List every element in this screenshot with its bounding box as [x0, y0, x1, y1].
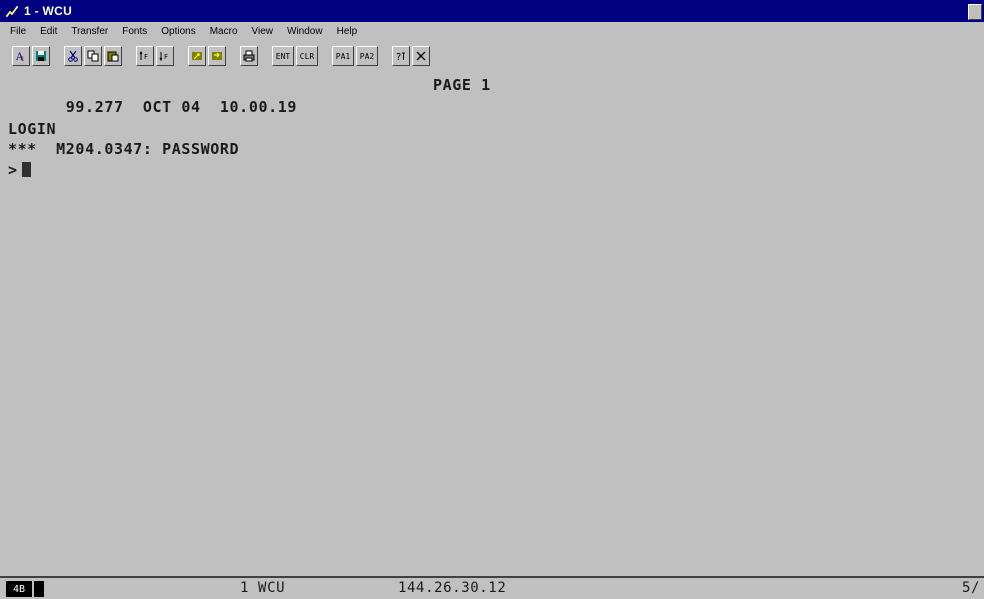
terminal-emulator-window: 1 - WCU File Edit Transfer Fonts Options… — [0, 0, 984, 599]
menu-macro[interactable]: Macro — [202, 26, 244, 37]
paste-icon[interactable] — [104, 46, 122, 66]
pa2-key-button[interactable]: PA2 — [356, 46, 378, 66]
svg-text:?: ? — [396, 52, 401, 62]
title-bar[interactable]: 1 - WCU — [0, 0, 984, 22]
menu-options[interactable]: Options — [153, 26, 201, 37]
message-text: M204.0347: PASSWORD — [56, 140, 240, 158]
save-icon[interactable] — [32, 46, 50, 66]
status-ip-address: 144.26.30.12 — [398, 580, 507, 596]
menu-help[interactable]: Help — [329, 26, 364, 37]
pa1-key-button[interactable]: PA1 — [332, 46, 354, 66]
app-icon — [4, 4, 20, 18]
message-line: *** M204.0347: PASSWORD — [8, 138, 239, 160]
toolbar-group-macro — [188, 46, 228, 66]
menu-window[interactable]: Window — [279, 26, 329, 37]
svg-text:F: F — [164, 53, 168, 61]
help-icon[interactable]: ? — [392, 46, 410, 66]
toolbar-group-help: ? — [392, 46, 432, 66]
message-prefix: *** — [8, 140, 37, 158]
menu-edit[interactable]: Edit — [32, 26, 63, 37]
status-indicator: 4B — [6, 581, 32, 597]
prompt-symbol: > — [8, 161, 18, 179]
input-line[interactable]: > — [8, 159, 31, 181]
cut-icon[interactable] — [64, 46, 82, 66]
header-page: PAGE 1 — [433, 76, 491, 94]
toolbar-group-enter-clear: ENT CLR — [272, 46, 320, 66]
text-cursor — [21, 162, 31, 177]
menu-fonts[interactable]: Fonts — [114, 26, 153, 37]
copy-icon[interactable] — [84, 46, 102, 66]
menu-transfer[interactable]: Transfer — [63, 26, 114, 37]
status-bar: 4B 1 WCU 144.26.30.12 5/ — [0, 576, 984, 599]
font-icon[interactable]: At — [12, 46, 30, 66]
status-cursor-position: 5/ — [962, 580, 981, 596]
print-icon[interactable] — [240, 46, 258, 66]
login-line: LOGIN — [8, 120, 57, 138]
toolbar-group-pa-keys: PA1 PA2 — [332, 46, 380, 66]
svg-text:t: t — [21, 55, 24, 62]
window-title: 1 - WCU — [24, 4, 73, 18]
send-file-icon[interactable]: F — [136, 46, 154, 66]
header-date: 99.277 — [65, 98, 124, 116]
header-time: 10.00.19 — [219, 98, 297, 116]
header-month-day: OCT 04 — [142, 98, 201, 116]
macro-play-icon[interactable] — [188, 46, 206, 66]
toolbar-group-transfer: F F — [136, 46, 176, 66]
toolbar: At F F ENT CLR PA1 PA2 ? — [0, 42, 984, 70]
enter-key-button[interactable]: ENT — [272, 46, 294, 66]
macro-record-icon[interactable] — [208, 46, 226, 66]
toolbar-group-print — [240, 46, 260, 66]
menu-file[interactable]: File — [0, 26, 32, 37]
clear-key-button[interactable]: CLR — [296, 46, 318, 66]
menu-bar: File Edit Transfer Fonts Options Macro V… — [0, 23, 984, 39]
terminal-screen[interactable]: 99.277 OCT 04 10.00.19 PAGE 1 LOGIN *** … — [0, 72, 984, 572]
close-session-icon[interactable] — [412, 46, 430, 66]
menu-view[interactable]: View — [244, 26, 280, 37]
svg-text:F: F — [144, 53, 148, 61]
window-control-button[interactable] — [968, 4, 982, 20]
toolbar-group-font: At — [12, 46, 52, 66]
status-lock-indicator — [34, 581, 44, 597]
status-session: 1 WCU — [240, 580, 286, 596]
toolbar-group-clipboard — [64, 46, 124, 66]
receive-file-icon[interactable]: F — [156, 46, 174, 66]
